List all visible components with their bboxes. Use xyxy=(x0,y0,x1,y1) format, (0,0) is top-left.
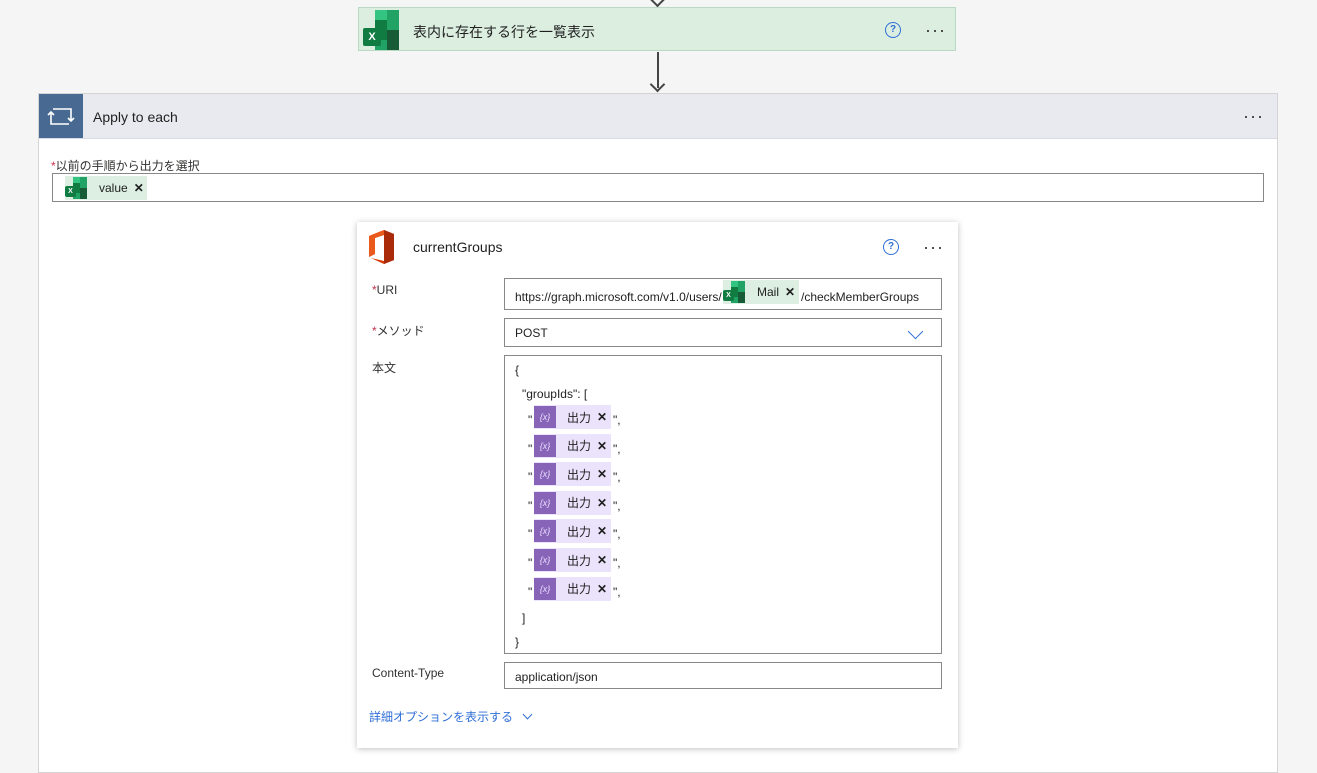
more-options-icon[interactable]: ··· xyxy=(1243,107,1264,125)
output-token-label: 出力 xyxy=(567,524,592,539)
body-close-bracket: ] xyxy=(522,611,526,625)
body-group-ids-line: "groupIds": [ xyxy=(522,387,588,401)
help-icon[interactable]: ? xyxy=(883,239,899,255)
remove-token-icon[interactable]: ✕ xyxy=(785,285,795,299)
content-type-field[interactable]: application/json xyxy=(504,662,942,689)
method-label: *メソッド xyxy=(372,322,425,339)
quote-close: ", xyxy=(613,584,621,599)
chevron-down-icon xyxy=(522,709,533,720)
quote-open: " xyxy=(528,413,533,427)
list-rows-action-card[interactable]: X 表内に存在する行を一覧表示 ? ··· xyxy=(358,7,956,51)
remove-token-icon[interactable]: ✕ xyxy=(597,524,607,538)
expression-icon: {x} xyxy=(534,463,556,486)
group-id-row: " {x} 出力 ✕ ", xyxy=(505,462,805,488)
quote-close: ", xyxy=(613,556,621,570)
expression-icon: {x} xyxy=(534,577,556,600)
group-id-row: " {x} 出力 ✕ ", xyxy=(505,576,805,603)
method-value: POST xyxy=(515,326,548,340)
output-token[interactable]: {x} 出力 ✕ xyxy=(534,433,611,458)
action-title: currentGroups xyxy=(413,239,503,255)
body-close-brace: } xyxy=(515,635,520,649)
uri-label-text: URI xyxy=(376,283,398,297)
output-token[interactable]: {x} 出力 ✕ xyxy=(534,490,611,515)
output-token-label: 出力 xyxy=(567,582,592,597)
quote-close: ", xyxy=(613,441,621,456)
quote-close: ", xyxy=(613,498,621,513)
remove-token-icon[interactable]: ✕ xyxy=(597,496,607,510)
method-dropdown[interactable]: POST xyxy=(504,318,942,347)
select-output-label-text: 以前の手順から出力を選択 xyxy=(55,159,200,173)
connector-arrow xyxy=(649,76,666,93)
quote-close: ", xyxy=(613,527,621,542)
body-open-brace: { xyxy=(515,363,520,377)
output-token-label: 出力 xyxy=(567,496,592,511)
output-token[interactable]: {x} 出力 ✕ xyxy=(534,519,611,544)
excel-icon: X xyxy=(723,281,745,303)
group-id-row: " {x} 出力 ✕ ", xyxy=(505,490,805,517)
uri-prefix: https://graph.microsoft.com/v1.0/users/ xyxy=(515,290,722,304)
current-groups-card: currentGroups ? ··· *URI https://graph.m… xyxy=(357,222,958,748)
method-label-text: メソッド xyxy=(376,324,425,338)
advanced-options-link[interactable]: 詳細オプションを表示する xyxy=(369,708,533,725)
excel-icon: X xyxy=(65,177,87,199)
output-token-label: 出力 xyxy=(567,439,592,454)
remove-token-icon[interactable]: ✕ xyxy=(134,181,144,195)
group-id-row: " {x} 出力 ✕ ", xyxy=(505,405,805,431)
loop-icon xyxy=(39,94,83,138)
expression-icon: {x} xyxy=(534,520,556,543)
expression-icon: {x} xyxy=(534,434,556,457)
value-token-label: value xyxy=(99,181,128,195)
mail-token-label: Mail xyxy=(757,285,780,299)
expression-icon: {x} xyxy=(534,549,556,571)
output-token[interactable]: {x} 出力 ✕ xyxy=(534,548,611,572)
quote-open: " xyxy=(528,556,533,570)
body-label: 本文 xyxy=(372,361,397,375)
body-editor[interactable]: { "groupIds": [ " {x} 出力 ✕ ", " {x} 出力 ✕ ", " {x} 出力… xyxy=(504,355,942,654)
uri-suffix: /checkMemberGroups xyxy=(801,290,920,304)
content-type-value: application/json xyxy=(515,670,598,684)
group-id-row: " {x} 出力 ✕ ", xyxy=(505,519,805,545)
quote-open: " xyxy=(528,470,533,485)
group-id-row: " {x} 出力 ✕ ", xyxy=(505,433,805,460)
remove-token-icon[interactable]: ✕ xyxy=(597,467,607,481)
remove-token-icon[interactable]: ✕ xyxy=(597,553,607,567)
output-token[interactable]: {x} 出力 ✕ xyxy=(534,576,611,601)
remove-token-icon[interactable]: ✕ xyxy=(597,582,607,596)
output-token-label: 出力 xyxy=(567,467,592,482)
more-options-icon[interactable]: ··· xyxy=(923,238,944,256)
advanced-options-label: 詳細オプションを表示する xyxy=(369,710,514,724)
uri-label: *URI xyxy=(372,283,397,297)
quote-close: ", xyxy=(613,413,621,427)
office-icon xyxy=(367,229,395,265)
excel-icon: X xyxy=(361,10,399,50)
output-token-label: 出力 xyxy=(567,410,592,425)
quote-open: " xyxy=(528,441,533,456)
expression-icon: {x} xyxy=(534,406,556,428)
output-token[interactable]: {x} 出力 ✕ xyxy=(534,405,611,429)
value-token[interactable]: X value ✕ xyxy=(65,176,147,200)
quote-open: " xyxy=(528,584,533,599)
group-id-row: " {x} 出力 ✕ ", xyxy=(505,548,805,574)
apply-to-each-title: Apply to each xyxy=(93,109,178,125)
expression-icon: {x} xyxy=(534,491,556,514)
apply-to-each-header[interactable]: Apply to each ··· xyxy=(39,94,1277,139)
content-type-label: Content-Type xyxy=(372,666,445,680)
chevron-down-icon[interactable] xyxy=(907,323,924,340)
uri-field[interactable]: https://graph.microsoft.com/v1.0/users/ … xyxy=(504,278,942,310)
mail-token[interactable]: X Mail ✕ xyxy=(723,280,799,304)
output-token-label: 出力 xyxy=(567,553,592,568)
select-output-field[interactable]: X value ✕ xyxy=(52,173,1264,202)
action-title: 表内に存在する行を一覧表示 xyxy=(413,24,595,40)
quote-open: " xyxy=(528,498,533,513)
remove-token-icon[interactable]: ✕ xyxy=(597,439,607,453)
output-token[interactable]: {x} 出力 ✕ xyxy=(534,462,611,487)
quote-close: ", xyxy=(613,470,621,485)
quote-open: " xyxy=(528,527,533,542)
more-options-icon[interactable]: ··· xyxy=(925,21,946,39)
help-icon[interactable]: ? xyxy=(885,22,901,38)
select-output-label: *以前の手順から出力を選択 xyxy=(51,157,200,174)
remove-token-icon[interactable]: ✕ xyxy=(597,410,607,424)
